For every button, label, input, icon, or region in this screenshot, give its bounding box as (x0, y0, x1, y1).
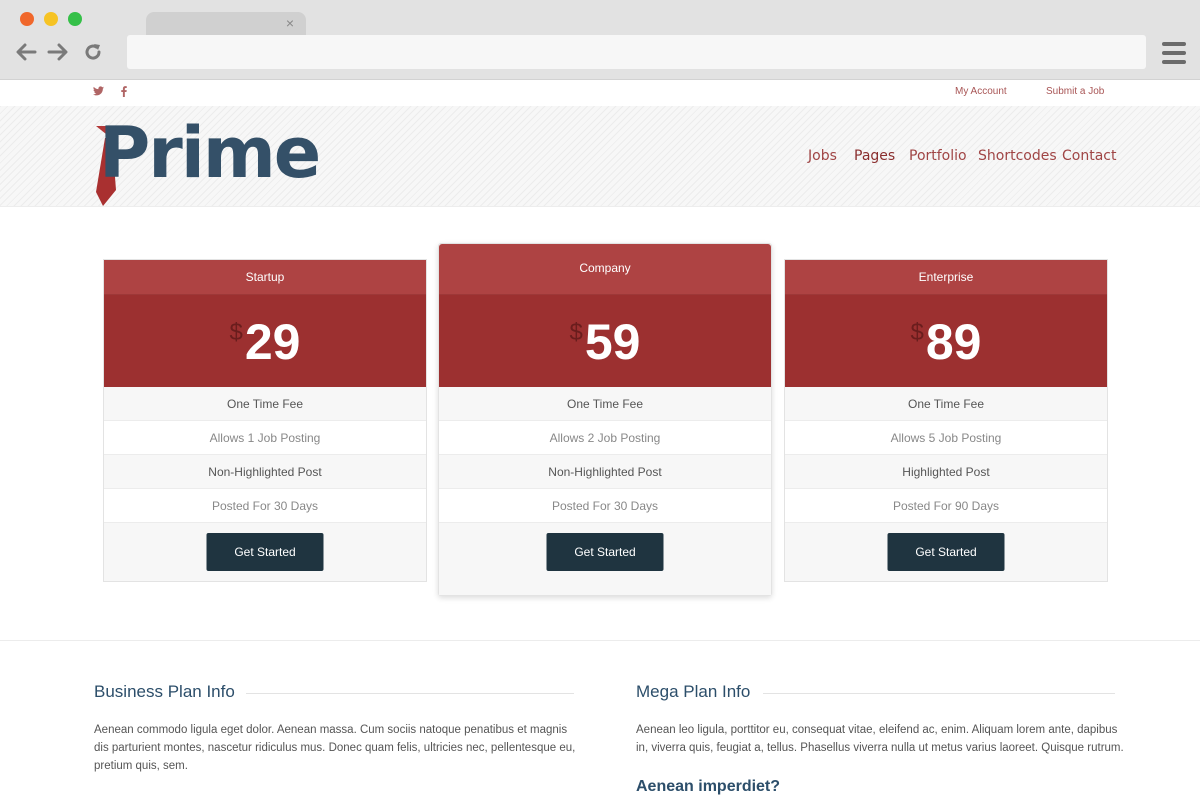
get-started-button[interactable]: Get Started (887, 533, 1005, 571)
get-started-button[interactable]: Get Started (206, 533, 324, 571)
maximize-window-button[interactable] (68, 12, 82, 26)
title-rule (763, 693, 1115, 694)
plan-feature: Posted For 30 Days (104, 489, 426, 523)
my-account-link[interactable]: My Account (955, 86, 1007, 97)
submit-job-link[interactable]: Submit a Job (1046, 86, 1104, 97)
plan-name: Company (439, 244, 771, 295)
nav-contact[interactable]: Contact (1062, 148, 1116, 164)
plan-feature: Highlighted Post (785, 455, 1107, 489)
currency-symbol: $ (569, 319, 583, 346)
browser-chrome: × (0, 0, 1200, 80)
tab-close-icon[interactable]: × (286, 14, 294, 32)
currency-symbol: $ (910, 319, 924, 346)
plan-feature: Non-Highlighted Post (439, 455, 771, 489)
currency-symbol: $ (229, 319, 243, 346)
plan-feature: One Time Fee (439, 387, 771, 421)
mega-plan-text: Aenean leo ligula, porttitor eu, consequ… (636, 724, 1124, 754)
plan-feature: One Time Fee (785, 387, 1107, 421)
browser-tab[interactable]: × (146, 12, 306, 36)
section-divider (0, 640, 1200, 641)
plan-name: Enterprise (785, 260, 1107, 295)
mega-plan-subtitle: Aenean imperdiet? (636, 778, 781, 795)
plan-footer: Get Started (104, 523, 426, 581)
plan-feature: Posted For 30 Days (439, 489, 771, 523)
price-amount: 29 (244, 314, 301, 370)
plan-feature: One Time Fee (104, 387, 426, 421)
get-started-button[interactable]: Get Started (546, 533, 664, 571)
business-plan-title: Business Plan Info (94, 682, 235, 701)
hamburger-menu-icon[interactable] (1162, 42, 1186, 64)
price-amount: 89 (925, 314, 982, 370)
plan-price: $59 (439, 295, 771, 387)
plan-name: Startup (104, 260, 426, 295)
pricing-plan-company: Company $59 One Time Fee Allows 2 Job Po… (438, 243, 772, 596)
mega-plan-title: Mega Plan Info (636, 682, 751, 701)
plan-price: $29 (104, 295, 426, 387)
plan-feature: Allows 1 Job Posting (104, 421, 426, 455)
nav-pages[interactable]: Pages (854, 148, 895, 164)
back-arrow-icon[interactable] (14, 40, 38, 64)
plan-feature: Posted For 90 Days (785, 489, 1107, 523)
plan-footer: Get Started (785, 523, 1107, 581)
site-logo[interactable]: Prime (94, 112, 334, 206)
minimize-window-button[interactable] (44, 12, 58, 26)
forward-arrow-icon[interactable] (46, 40, 70, 64)
twitter-icon[interactable] (93, 86, 104, 99)
facebook-icon[interactable] (121, 86, 127, 100)
nav-shortcodes[interactable]: Shortcodes (978, 148, 1057, 164)
logo-text: Prime (99, 112, 321, 194)
pricing-plan-startup: Startup $29 One Time Fee Allows 1 Job Po… (103, 259, 427, 582)
top-bar: My Account Submit a Job (0, 80, 1200, 106)
nav-jobs[interactable]: Jobs (808, 148, 837, 164)
price-amount: 59 (584, 314, 641, 370)
address-bar[interactable] (127, 35, 1146, 69)
close-window-button[interactable] (20, 12, 34, 26)
plan-feature: Allows 5 Job Posting (785, 421, 1107, 455)
nav-portfolio[interactable]: Portfolio (909, 148, 967, 164)
reload-icon[interactable] (81, 40, 105, 64)
plan-price: $89 (785, 295, 1107, 387)
plan-feature: Non-Highlighted Post (104, 455, 426, 489)
business-plan-text: Aenean commodo ligula eget dolor. Aenean… (94, 724, 576, 772)
title-rule (246, 693, 574, 694)
pricing-plan-enterprise: Enterprise $89 One Time Fee Allows 5 Job… (784, 259, 1108, 582)
site-header: Prime Jobs Pages Portfolio Shortcodes Co… (0, 106, 1200, 207)
plan-footer: Get Started (439, 523, 771, 595)
plan-feature: Allows 2 Job Posting (439, 421, 771, 455)
